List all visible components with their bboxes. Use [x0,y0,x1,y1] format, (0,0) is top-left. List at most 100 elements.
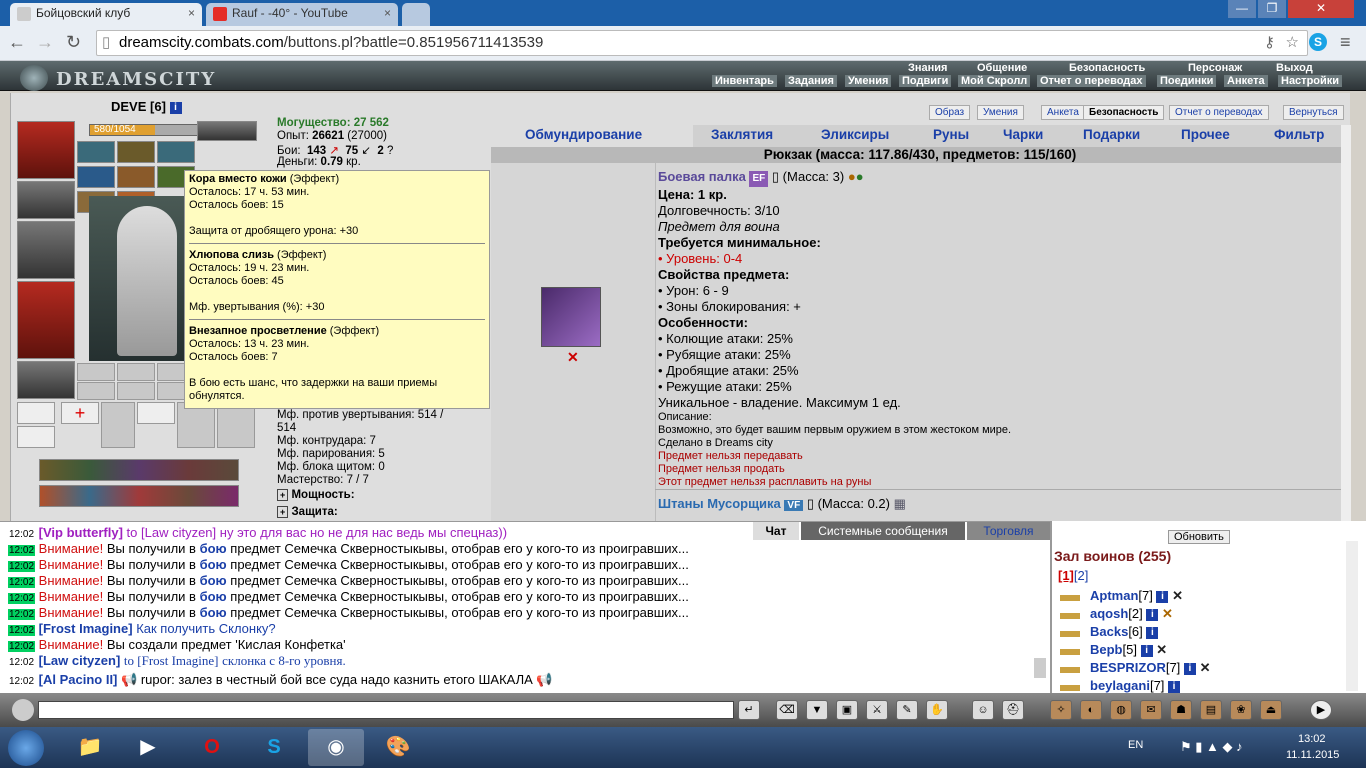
amulet-slot[interactable] [197,121,257,141]
weapon-slot[interactable] [17,221,75,279]
armor-slot[interactable] [17,281,75,359]
send-icon[interactable]: ↵ [738,700,760,720]
scroll-icon[interactable]: ✉ [1140,700,1162,720]
menu-settings[interactable]: Настройки [1278,75,1343,87]
start-button[interactable] [8,730,44,766]
tools-icon[interactable]: ✎ [896,700,918,720]
info-icon[interactable]: i [1146,626,1159,639]
menu-security[interactable]: Безопасность [1069,62,1145,74]
menu-icon[interactable]: ≡ [1340,32,1351,53]
skype-icon[interactable]: S [246,729,302,766]
menu-feats[interactable]: Подвиги [899,75,952,87]
info-icon[interactable]: i [1140,644,1153,657]
empty-slot[interactable] [117,382,155,400]
tab-fight-club[interactable]: Бойцовский клуб × [10,3,202,26]
emoticon-icon[interactable]: ☺ [972,700,994,720]
clan-icon[interactable]: ▤ [1200,700,1222,720]
menu-profile[interactable]: Анкета [1224,75,1268,87]
people-icon[interactable]: ☗ [1170,700,1192,720]
skype-extension-icon[interactable]: S [1309,33,1327,51]
heal-icon[interactable]: + [61,402,99,424]
return-button[interactable]: Вернуться [1283,105,1344,120]
menu-fights[interactable]: Поединки [1157,75,1217,87]
info-icon[interactable]: i [1168,680,1181,693]
settings-icon[interactable]: ⚷ [1264,31,1275,55]
tab-charms[interactable]: Чарки [1003,127,1043,142]
tab-other[interactable]: Прочее [1181,127,1230,142]
online-user[interactable]: Bepb[5] i ✕ [1090,642,1167,658]
tray-icons[interactable]: ⚑ ▮ ▲ ◆ ♪ [1180,739,1243,755]
image-button[interactable]: Образ [929,105,971,120]
security-button[interactable]: Безопасность [1083,105,1165,120]
pet-icon[interactable]: ❀ [1230,700,1252,720]
menu-inventory[interactable]: Инвентарь [712,75,777,87]
paint-icon[interactable]: 🎨 [370,729,426,766]
empty-slot[interactable] [77,363,115,381]
back-icon[interactable]: ← [8,32,26,53]
restore-button[interactable]: ❐ [1258,0,1286,18]
menu-my-scroll[interactable]: Мой Скролл [958,75,1031,87]
clock-date[interactable]: 11.11.2015 [1286,749,1339,761]
language-indicator[interactable]: EN [1128,739,1143,751]
smiley-menu-icon[interactable] [12,699,34,721]
tab-gifts[interactable]: Подарки [1083,127,1140,142]
transfer-report-button[interactable]: Отчет о переводах [1169,105,1269,120]
tab-trade[interactable]: Торговля [967,522,1050,540]
filter-icon[interactable]: ▼ [806,700,828,720]
close-tab-icon[interactable]: × [188,6,195,20]
menu-knowledge[interactable]: Знания [908,62,947,74]
orb-slot[interactable] [137,402,175,424]
menu-character[interactable]: Персонаж [1188,62,1242,74]
tab-filter[interactable]: Фильтр [1274,127,1324,142]
menu-exit[interactable]: Выход [1276,62,1313,74]
talisman-row-1[interactable] [39,459,239,481]
buff-icon[interactable] [117,166,155,188]
empty-slot[interactable] [77,382,115,400]
refresh-button[interactable]: Обновить [1168,530,1230,544]
save-icon[interactable]: ▣ [836,700,858,720]
menu-skills[interactable]: Умения [845,75,892,87]
bracers-slot[interactable] [17,181,75,219]
menu-quests[interactable]: Задания [785,75,837,87]
belt-slot[interactable] [17,361,75,399]
copy-icon[interactable]: ▯ [807,496,814,511]
copy-icon[interactable]: ▯ [772,169,779,184]
media-player-icon[interactable]: ▶ [120,729,176,766]
online-user[interactable]: BESPRIZOR[7] i ✕ [1090,660,1210,676]
profile-button[interactable]: Анкета [1041,105,1085,120]
info-icon[interactable]: i [169,101,182,114]
scroll-icon[interactable] [117,141,155,163]
bag-icon[interactable]: ◐ [1080,700,1102,720]
buff-icon[interactable] [77,166,115,188]
menu-social[interactable]: Общение [977,62,1027,74]
new-tab-button[interactable] [402,3,430,26]
explorer-icon[interactable]: 📁 [62,729,118,766]
tab-elixirs[interactable]: Эликсиры [821,127,889,142]
map-icon[interactable]: ◍ [1110,700,1132,720]
item-name[interactable]: Боевая палка [658,169,746,184]
tab-runes[interactable]: Руны [933,127,969,142]
tab-youtube[interactable]: Rauf - -40° - YouTube × [206,3,398,26]
helmet-icon[interactable]: ⛑ [1002,700,1024,720]
tab-chat[interactable]: Чат [753,522,799,540]
exit-icon[interactable]: ⏏ [1260,700,1282,720]
menu-transfer-report[interactable]: Отчет о переводах [1037,75,1146,87]
clock-time[interactable]: 13:02 [1298,733,1326,745]
delete-item-icon[interactable]: ✕ [567,349,579,366]
online-user[interactable]: aqosh[2] i ✕ [1090,606,1173,622]
buff-icon[interactable] [157,141,195,163]
tab-spells[interactable]: Заклятия [711,127,773,142]
reload-icon[interactable]: ↻ [66,32,81,53]
hand-icon[interactable]: ✋ [926,700,948,720]
tab-system-messages[interactable]: Системные сообщения [801,522,965,540]
close-tab-icon[interactable]: × [384,6,391,20]
close-window-button[interactable]: ✕ [1288,0,1354,18]
chat-input[interactable] [38,701,734,719]
game-logo[interactable]: DREAMSCITY [16,63,216,91]
question-scroll-icon[interactable] [17,426,55,448]
chrome-icon[interactable]: ◉ [308,729,364,766]
helmet-slot[interactable] [17,121,75,179]
eraser-icon[interactable]: ⌫ [776,700,798,720]
expand-icon[interactable]: + [277,506,289,518]
minimize-button[interactable]: — [1228,0,1256,18]
